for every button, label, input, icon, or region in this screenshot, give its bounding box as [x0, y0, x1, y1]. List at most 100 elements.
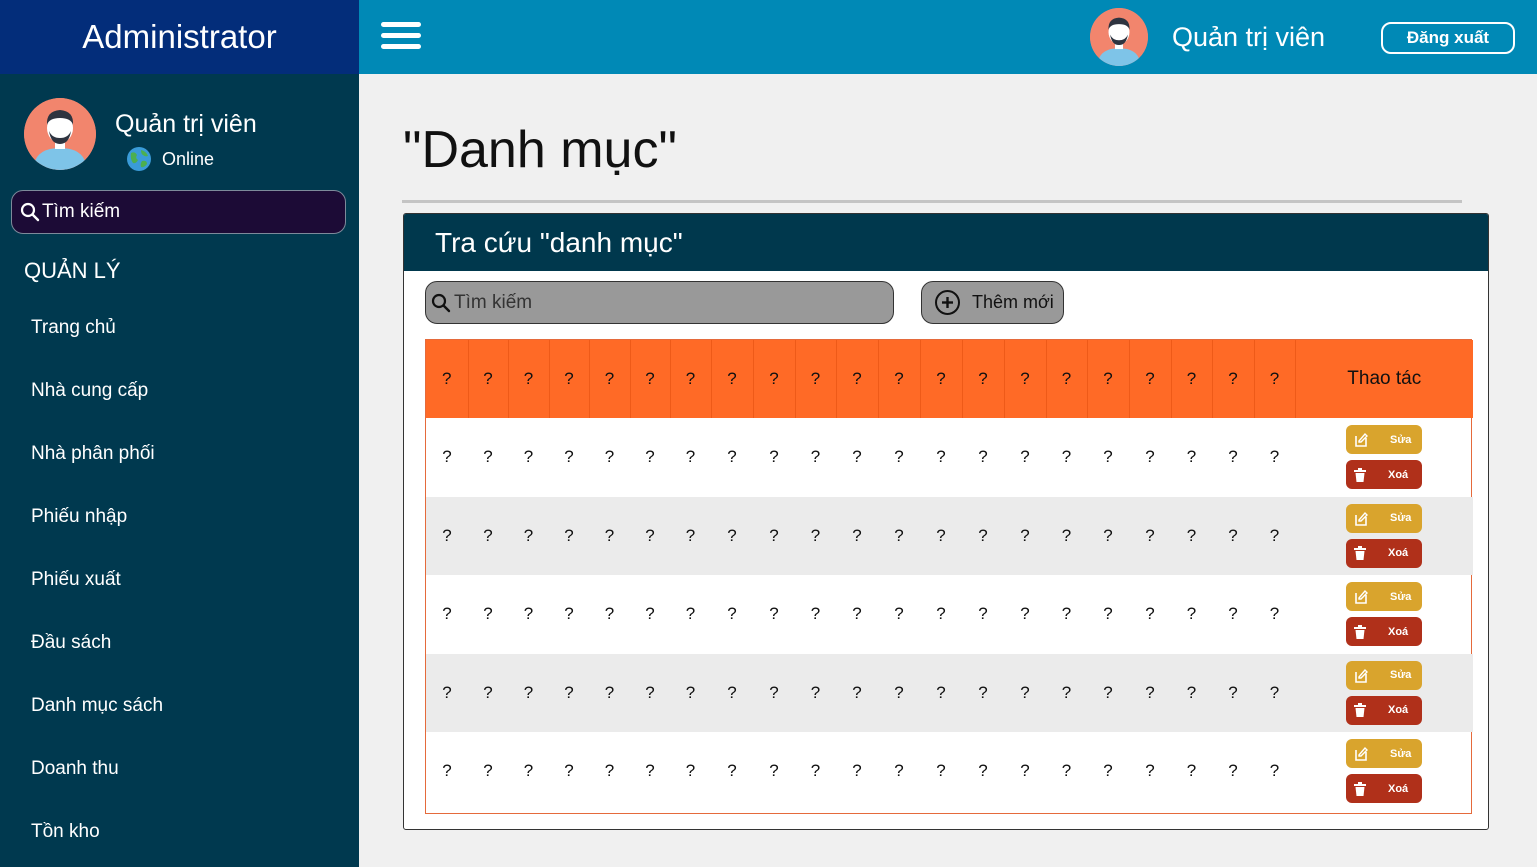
edit-button[interactable]: Sửa	[1346, 739, 1422, 769]
edit-button[interactable]: Sửa	[1346, 425, 1422, 455]
panel-search[interactable]	[425, 281, 894, 324]
table-cell: ?	[426, 496, 468, 575]
sidebar-item-nha-cung-cap[interactable]: Nhà cung cấp	[0, 359, 359, 422]
trash-icon	[1354, 703, 1366, 718]
table-cell: ?	[1254, 653, 1295, 732]
table-cell: ?	[1046, 653, 1087, 732]
sidebar-item-ton-kho[interactable]: Tồn kho	[0, 800, 359, 863]
online-status-label: Online	[162, 148, 215, 169]
table-cell: ?	[769, 447, 779, 467]
column-header: ?	[1087, 340, 1130, 418]
sidebar-item-trang-chu[interactable]: Trang chủ	[0, 296, 359, 359]
delete-label: Xoá	[1388, 547, 1409, 560]
table-cell: ?	[1020, 761, 1030, 781]
logout-button[interactable]: Đăng xuất	[1381, 22, 1515, 54]
delete-button[interactable]: Xoá	[1346, 538, 1422, 568]
table-cell: ?	[645, 761, 655, 781]
table-cell: ?	[604, 604, 615, 624]
table-cell: ?	[1061, 604, 1072, 624]
table-cell: ?	[1020, 447, 1030, 467]
table-cell: ?	[1186, 447, 1197, 467]
table-cell: ?	[564, 761, 574, 781]
table-cell: ?	[483, 761, 493, 781]
sidebar-search[interactable]	[11, 190, 346, 234]
table-cell: ?	[1061, 447, 1072, 467]
trash-icon	[1354, 467, 1366, 482]
header-user-name: Quản trị viên	[1172, 22, 1326, 52]
add-new-label: Thêm mới	[972, 292, 1054, 312]
avatar	[24, 98, 96, 170]
table-cell: ?	[1269, 761, 1280, 781]
table-cell: ?	[1087, 653, 1129, 732]
table-cell: ?	[1020, 604, 1030, 624]
table-cell: ?	[727, 604, 737, 624]
table-cell: ?	[894, 761, 904, 781]
column-header-actions: Thao tác	[1295, 340, 1473, 418]
table-cell: ?	[1004, 653, 1046, 732]
table-cell: ?	[1228, 761, 1238, 781]
table-cell: ?	[508, 496, 549, 575]
table-cell: ?	[630, 496, 670, 575]
table-cell: ?	[727, 761, 737, 781]
table-cell: ?	[978, 604, 988, 624]
row-actions: Sửa Xoá	[1295, 575, 1473, 654]
sidebar-item-nha-phan-phoi[interactable]: Nhà phân phối	[0, 422, 359, 485]
header-avatar[interactable]	[1090, 8, 1148, 66]
delete-button[interactable]: Xoá	[1346, 774, 1422, 804]
table-cell: ?	[685, 604, 696, 624]
panel-title: Tra cứu "danh mục"	[404, 214, 1488, 271]
column-header: ?	[549, 340, 590, 418]
table-cell: ?	[685, 447, 696, 467]
table-cell: ?	[711, 496, 753, 575]
table-cell: ?	[670, 653, 711, 732]
table-cell: ?	[936, 447, 946, 467]
delete-label: Xoá	[1388, 782, 1409, 795]
delete-button[interactable]: Xoá	[1346, 460, 1422, 490]
sidebar-item-phieu-nhap[interactable]: Phiếu nhập	[0, 485, 359, 548]
column-header: ?	[1212, 340, 1255, 418]
table-cell: ?	[1103, 447, 1113, 467]
table-cell: ?	[1228, 604, 1238, 624]
table-cell: ?	[978, 761, 988, 781]
edit-button[interactable]: Sửa	[1346, 503, 1422, 533]
table-cell: ?	[936, 761, 946, 781]
table-cell: ?	[523, 761, 534, 781]
table-cell: ?	[1087, 496, 1129, 575]
table-cell: ?	[769, 604, 779, 624]
trash-icon	[1354, 781, 1366, 796]
column-header: ?	[753, 340, 796, 418]
sidebar-user-name: Quản trị viên	[115, 110, 257, 138]
row-actions: Sửa Xoá	[1295, 418, 1473, 497]
delete-label: Xoá	[1388, 468, 1409, 481]
sidebar-item-dau-sach[interactable]: Đầu sách	[0, 611, 359, 674]
table-cell: ?	[852, 604, 862, 624]
sidebar-item-phieu-xuat[interactable]: Phiếu xuất	[0, 548, 359, 611]
sidebar-item-doanh-thu[interactable]: Doanh thu	[0, 737, 359, 800]
sidebar-search-input[interactable]	[42, 201, 322, 223]
table-cell: ?	[878, 496, 920, 575]
edit-label: Sửa	[1390, 433, 1412, 446]
table-cell: ?	[1269, 604, 1280, 624]
edit-button[interactable]: Sửa	[1346, 582, 1422, 612]
table-cell: ?	[920, 496, 962, 575]
column-header: ?	[508, 340, 550, 418]
table-cell: ?	[630, 653, 670, 732]
column-header: ?	[795, 340, 837, 418]
edit-button[interactable]: Sửa	[1346, 660, 1422, 690]
table-cell: ?	[852, 447, 862, 467]
lookup-panel: Tra cứu "danh mục" Thêm mới ????????????…	[403, 213, 1489, 830]
sidebar-menu: Trang chủ Nhà cung cấp Nhà phân phối Phi…	[0, 296, 359, 863]
table-cell: ?	[1269, 447, 1280, 467]
edit-icon	[1355, 590, 1368, 605]
edit-label: Sửa	[1390, 590, 1412, 603]
table-row: ????????????????????? Sửa Xoá	[426, 496, 1473, 575]
table-row: ????????????????????? Sửa Xoá	[426, 418, 1473, 497]
delete-button[interactable]: Xoá	[1346, 695, 1422, 725]
table-cell: ?	[795, 653, 836, 732]
delete-button[interactable]: Xoá	[1346, 617, 1422, 647]
column-header: ?	[670, 340, 712, 418]
menu-icon[interactable]	[381, 22, 421, 52]
add-new-button[interactable]: Thêm mới	[921, 281, 1064, 324]
sidebar-item-danh-muc-sach[interactable]: Danh mục sách	[0, 674, 359, 737]
panel-search-input[interactable]	[454, 291, 874, 314]
